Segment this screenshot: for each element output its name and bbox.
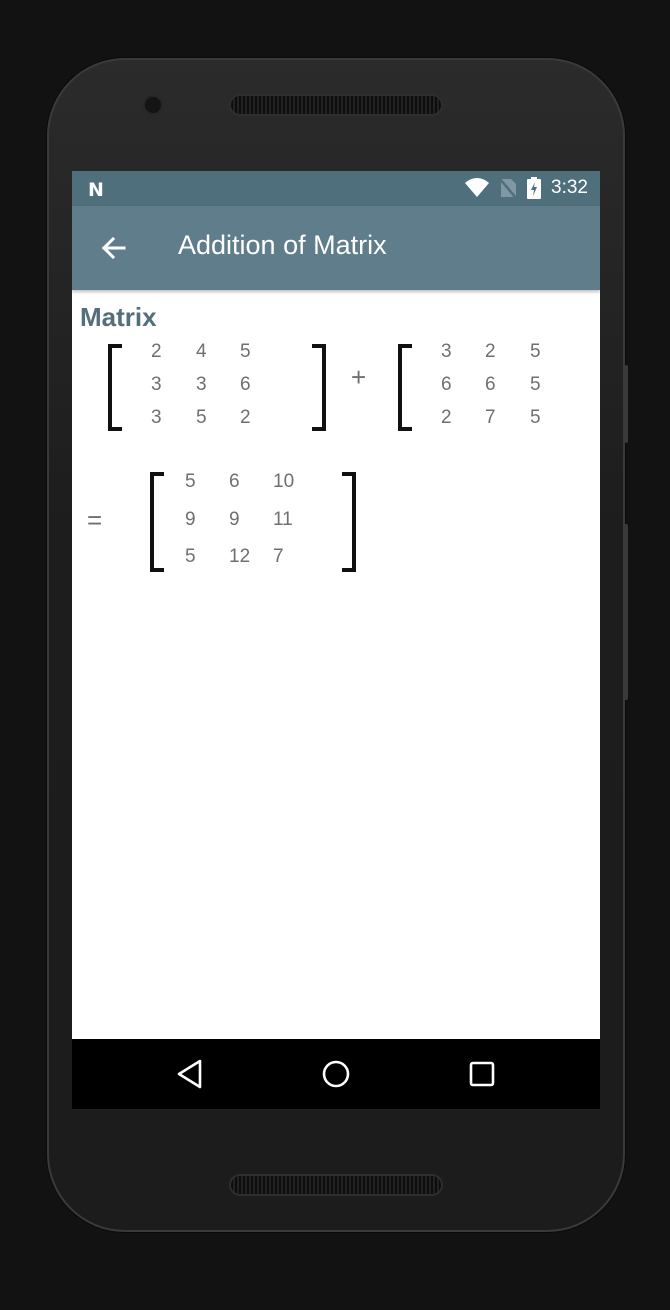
top-speaker bbox=[231, 96, 441, 114]
result-cell: 10 bbox=[273, 471, 295, 492]
result-cell: 9 bbox=[185, 509, 196, 530]
power-button bbox=[624, 365, 628, 443]
matrix-a-left-bracket bbox=[108, 344, 122, 431]
section-heading: Matrix bbox=[80, 302, 157, 332]
no-sim-icon bbox=[499, 178, 517, 199]
matrix-a-right-bracket bbox=[312, 344, 326, 431]
matrix-b-cell: 6 bbox=[485, 374, 496, 395]
result-cell: 12 bbox=[229, 546, 251, 567]
matrix-b-cell: 2 bbox=[485, 341, 496, 362]
result-cell: 9 bbox=[229, 509, 240, 530]
matrix-a-cell: 3 bbox=[151, 374, 162, 395]
result-cell: 5 bbox=[185, 471, 196, 492]
matrix-a-cell: 5 bbox=[196, 407, 207, 428]
matrix-a-cell: 5 bbox=[240, 341, 251, 362]
content-area: Matrix 2 4 5 3 3 6 3 5 2 + 3 2 5 6 6 5 2 bbox=[72, 290, 600, 1039]
matrix-a-cell: 4 bbox=[196, 341, 207, 362]
result-cell: 6 bbox=[229, 471, 240, 492]
status-bar: N 3:32 bbox=[72, 171, 600, 206]
plus-sign: + bbox=[351, 362, 367, 392]
status-time: 3:32 bbox=[551, 177, 588, 198]
app-bar: Addition of Matrix bbox=[72, 206, 600, 290]
n-logo-icon: N bbox=[88, 179, 104, 201]
matrix-b-cell: 5 bbox=[530, 407, 541, 428]
matrix-a-cell: 3 bbox=[151, 407, 162, 428]
home-circle-icon[interactable] bbox=[319, 1057, 353, 1091]
matrix-a-cell: 2 bbox=[151, 341, 162, 362]
front-camera bbox=[145, 97, 161, 113]
matrix-b-left-bracket bbox=[398, 344, 412, 431]
matrix-b-cell: 5 bbox=[530, 341, 541, 362]
matrix-b-cell: 2 bbox=[441, 407, 452, 428]
matrix-b-cell: 5 bbox=[530, 374, 541, 395]
bottom-speaker bbox=[231, 1176, 441, 1194]
matrix-b-cell: 7 bbox=[485, 407, 496, 428]
matrix-b-cell: 3 bbox=[441, 341, 452, 362]
matrix-a-cell: 3 bbox=[196, 374, 207, 395]
back-triangle-icon[interactable] bbox=[173, 1057, 207, 1091]
result-right-bracket bbox=[342, 472, 356, 572]
matrix-a-cell: 6 bbox=[240, 374, 251, 395]
result-cell: 11 bbox=[273, 509, 293, 530]
screen: N 3:32 Addition of Matrix Matrix 2 4 5 3… bbox=[72, 171, 600, 1109]
wifi-icon bbox=[465, 178, 490, 197]
volume-button bbox=[624, 524, 628, 700]
matrix-a-cell: 2 bbox=[240, 407, 251, 428]
result-cell: 7 bbox=[273, 546, 284, 567]
equals-sign: = bbox=[87, 505, 103, 535]
navigation-bar bbox=[72, 1039, 600, 1109]
app-title: Addition of Matrix bbox=[178, 230, 387, 260]
arrow-left-icon[interactable] bbox=[96, 230, 132, 266]
matrix-b-cell: 6 bbox=[441, 374, 452, 395]
result-left-bracket bbox=[150, 472, 164, 572]
battery-charging-icon bbox=[527, 177, 542, 199]
result-cell: 5 bbox=[185, 546, 196, 567]
recents-square-icon[interactable] bbox=[465, 1057, 499, 1091]
